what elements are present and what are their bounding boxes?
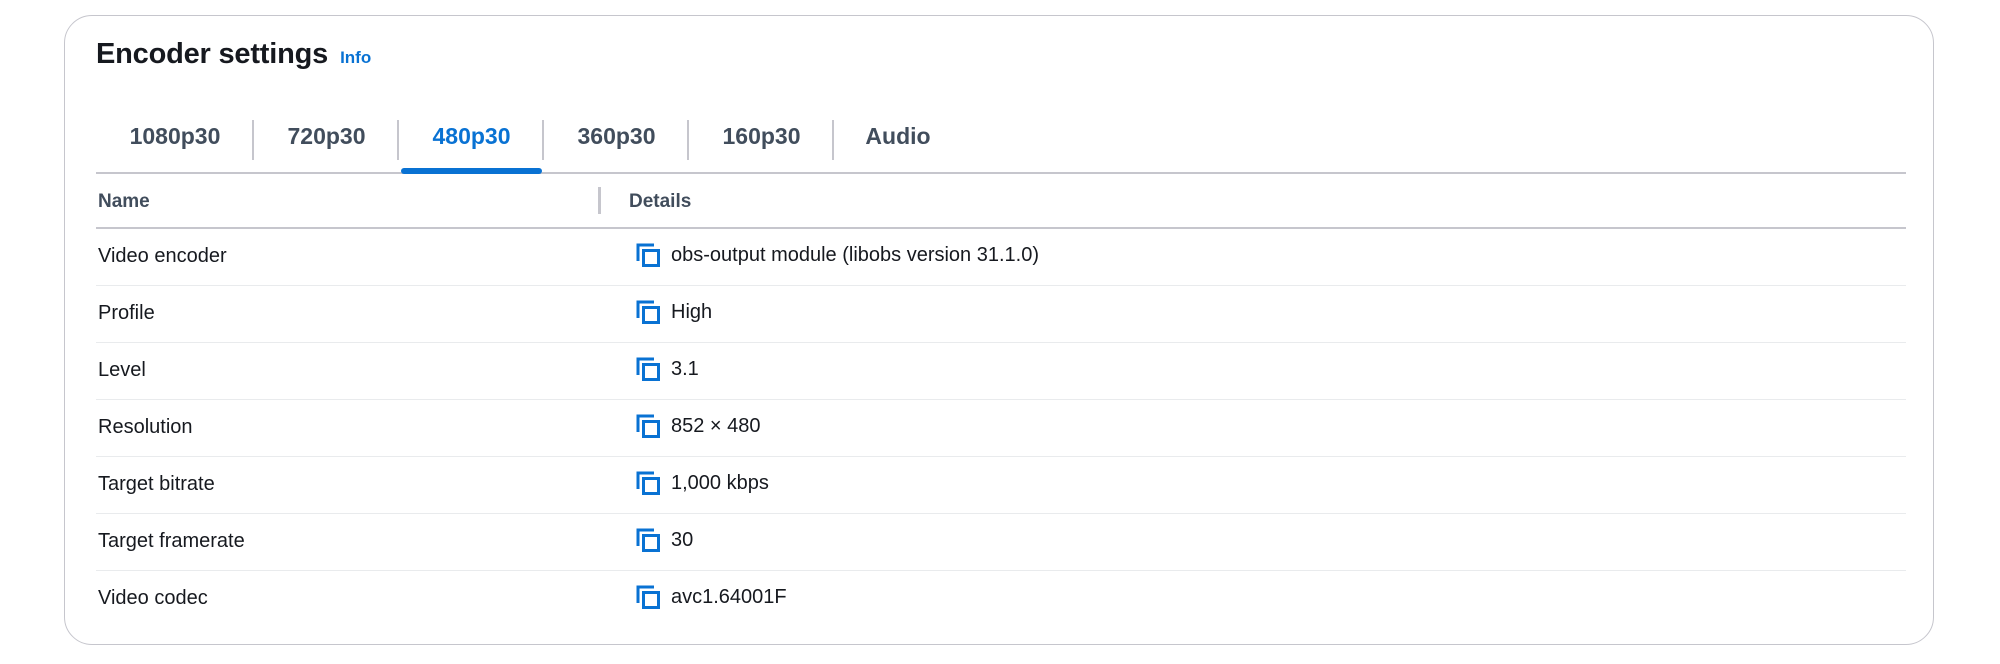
copy-icon[interactable] — [635, 527, 661, 553]
row-name: Target bitrate — [98, 473, 215, 495]
encoder-settings-panel: Encoder settings Info 1080p30 720p30 480… — [64, 15, 1934, 645]
row-details: 852 × 480 — [635, 413, 761, 439]
tab-720p30[interactable]: 720p30 — [254, 100, 399, 172]
row-details: obs-output module (libobs version 31.1.0… — [635, 242, 1039, 268]
copy-icon[interactable] — [635, 470, 661, 496]
copy-icon[interactable] — [635, 299, 661, 325]
table-header: Name Details — [96, 174, 1906, 229]
column-header-details: Details — [629, 191, 692, 212]
row-name: Video encoder — [98, 245, 227, 267]
table-row: Profile High — [96, 286, 1906, 343]
row-name: Target framerate — [98, 530, 245, 552]
table-row: Target bitrate 1,000 kbps — [96, 457, 1906, 514]
copy-icon[interactable] — [635, 356, 661, 382]
info-link[interactable]: Info — [340, 48, 371, 68]
tab-160p30[interactable]: 160p30 — [689, 100, 834, 172]
tab-360p30[interactable]: 360p30 — [544, 100, 689, 172]
row-details-value: 852 × 480 — [671, 414, 761, 437]
tab-audio[interactable]: Audio — [834, 100, 962, 172]
tab-label: 720p30 — [287, 122, 366, 149]
copy-icon[interactable] — [635, 242, 661, 268]
table-body: Video encoder obs-output module (libobs … — [96, 229, 1906, 628]
copy-icon[interactable] — [635, 413, 661, 439]
row-details-value: High — [671, 300, 713, 323]
row-details-value: avc1.64001F — [671, 585, 787, 608]
row-name: Profile — [98, 302, 155, 324]
panel-title: Encoder settings — [96, 38, 329, 70]
settings-table: Name Details Video encoder obs-output mo… — [96, 174, 1906, 628]
tab-label: Audio — [865, 122, 931, 149]
row-name: Level — [98, 359, 146, 381]
tab-1080p30[interactable]: 1080p30 — [96, 100, 254, 172]
row-details: 30 — [635, 527, 693, 553]
copy-icon[interactable] — [635, 584, 661, 610]
tab-label: 160p30 — [722, 122, 801, 149]
panel-header: Encoder settings Info — [96, 38, 371, 71]
tab-480p30[interactable]: 480p30 — [399, 100, 544, 174]
tab-label: 360p30 — [577, 122, 656, 149]
tab-label: 480p30 — [432, 122, 511, 149]
table-row: Video codec avc1.64001F — [96, 571, 1906, 628]
row-name: Video codec — [98, 587, 208, 609]
table-row: Level 3.1 — [96, 343, 1906, 400]
row-details-value: 1,000 kbps — [671, 471, 769, 494]
row-details: 1,000 kbps — [635, 470, 769, 496]
row-details: avc1.64001F — [635, 584, 787, 610]
row-details: 3.1 — [635, 356, 699, 382]
table-row: Target framerate 30 — [96, 514, 1906, 571]
row-details-value: 30 — [671, 528, 694, 551]
column-header-name: Name — [98, 191, 150, 212]
column-resize-handle[interactable] — [598, 187, 601, 214]
tab-label: 1080p30 — [129, 122, 221, 149]
row-name: Resolution — [98, 416, 193, 438]
row-details-value: obs-output module (libobs version 31.1.0… — [671, 243, 1039, 266]
table-row: Resolution 852 × 480 — [96, 400, 1906, 457]
table-row: Video encoder obs-output module (libobs … — [96, 229, 1906, 286]
row-details: High — [635, 299, 712, 325]
row-details-value: 3.1 — [671, 357, 699, 380]
tab-list: 1080p30 720p30 480p30 360p30 160p30 Audi… — [96, 100, 1906, 174]
